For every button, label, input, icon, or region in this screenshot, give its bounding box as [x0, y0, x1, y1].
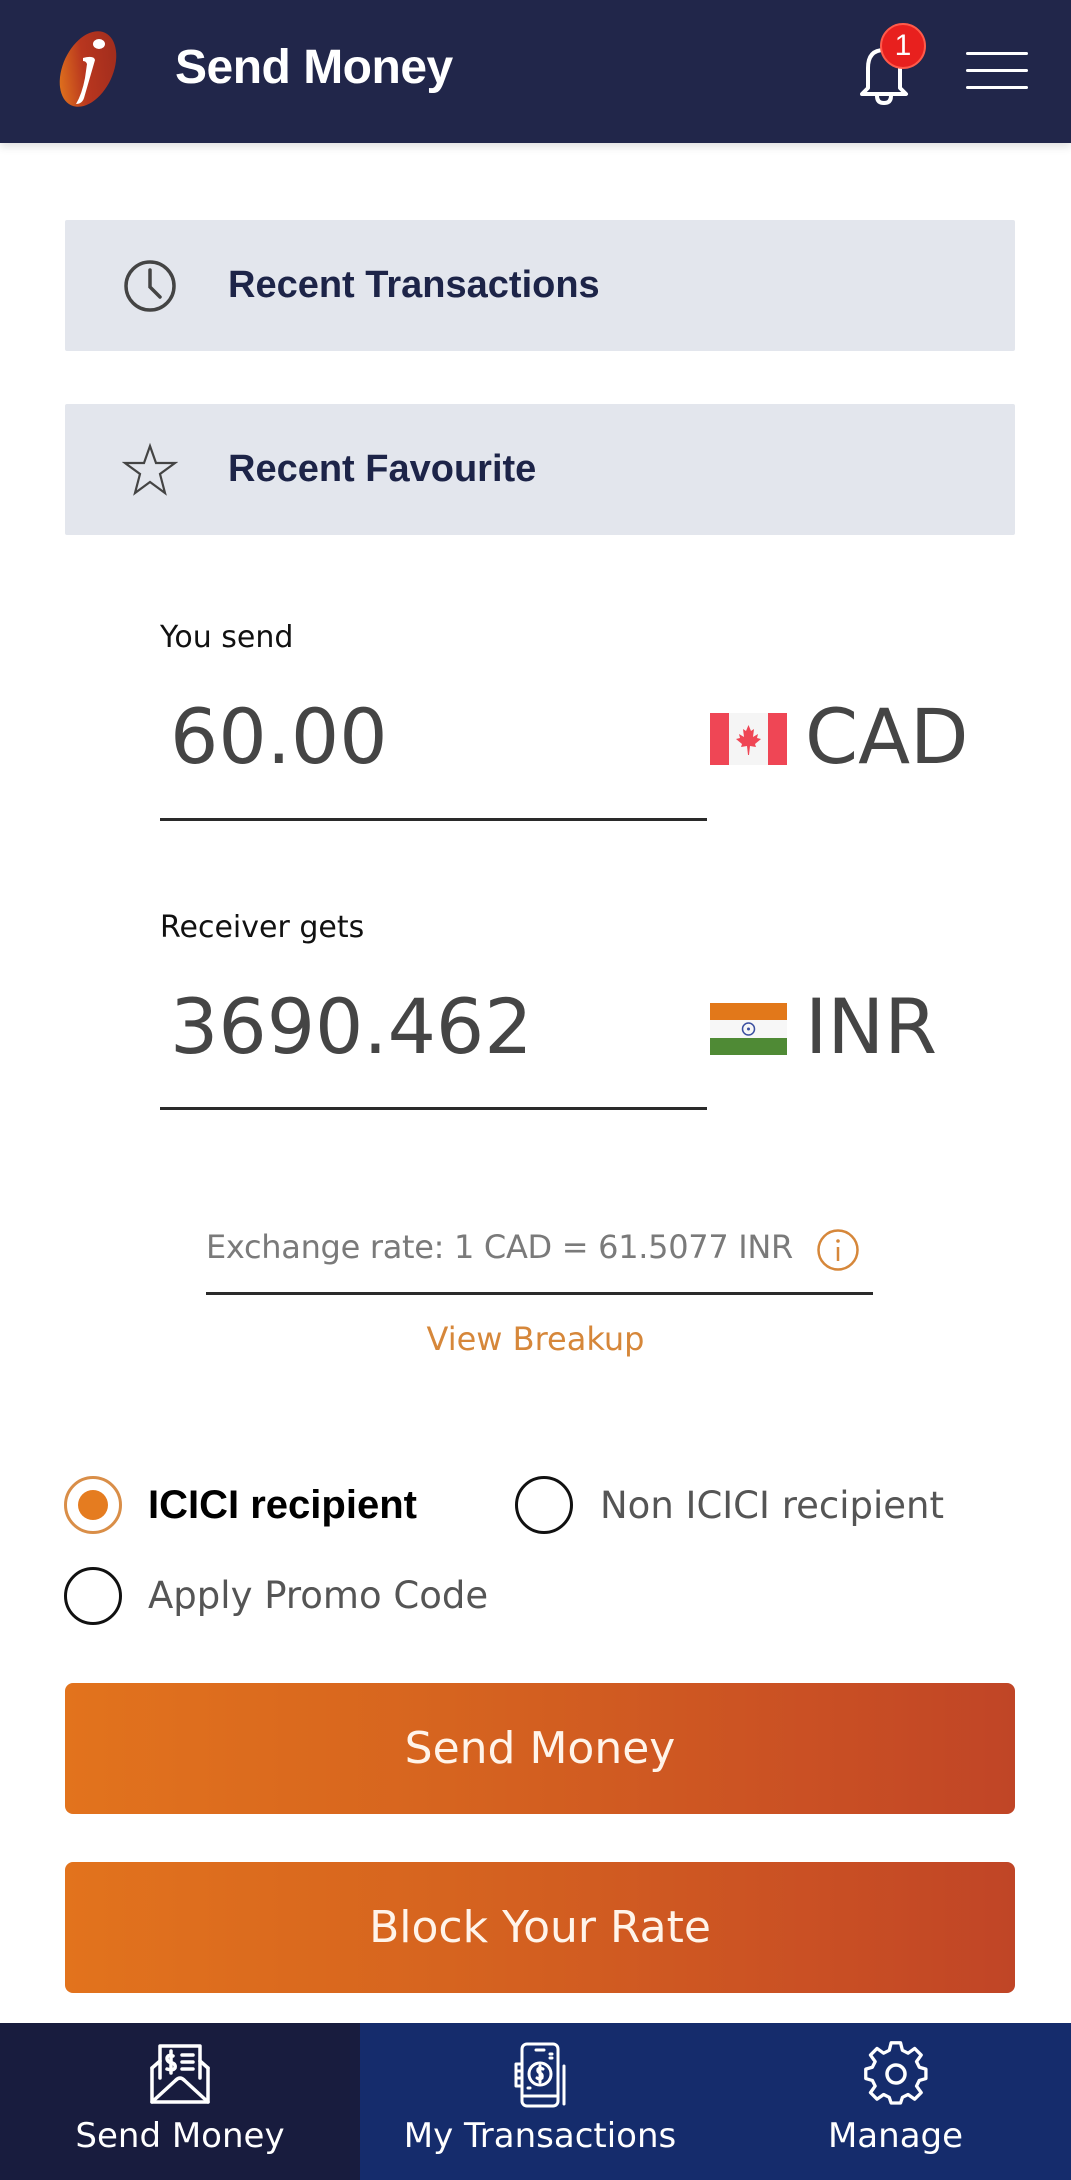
- gear-icon: [864, 2041, 928, 2105]
- send-money-button[interactable]: Send Money: [65, 1683, 1015, 1814]
- send-amount-underline: [160, 818, 707, 821]
- clock-icon: [124, 260, 176, 312]
- receiver-gets-label: Receiver gets: [160, 910, 365, 945]
- notification-badge: 1: [880, 23, 926, 69]
- star-icon: [122, 442, 178, 496]
- nav-tab-my-transactions[interactable]: My Transactions: [360, 2023, 720, 2180]
- receive-currency[interactable]: INR: [805, 982, 937, 1071]
- icici-recipient-label[interactable]: ICICI recipient: [148, 1483, 417, 1528]
- nav-tab-send-money[interactable]: Send Money: [0, 2023, 360, 2180]
- recent-favourite-label: Recent Favourite: [228, 448, 537, 490]
- page-title: Send Money: [175, 41, 453, 94]
- nav-label-manage: Manage: [827, 2116, 964, 2156]
- exchange-rate-underline: [206, 1292, 873, 1295]
- nav-tab-manage[interactable]: Manage: [720, 2023, 1071, 2180]
- you-send-label: You send: [160, 620, 294, 655]
- receive-amount-input[interactable]: 3690.462: [170, 982, 700, 1071]
- recent-transactions-label: Recent Transactions: [228, 264, 600, 306]
- apply-promo-code-radio[interactable]: [64, 1567, 122, 1625]
- nav-label-my-transactions: My Transactions: [403, 2116, 677, 2156]
- send-amount-input[interactable]: 60.00: [170, 692, 700, 781]
- send-currency[interactable]: CAD: [805, 692, 969, 781]
- exchange-rate-text: Exchange rate: 1 CAD = 61.5077 INR: [206, 1228, 793, 1266]
- india-flag: [710, 1003, 787, 1055]
- non-icici-recipient-radio[interactable]: [515, 1476, 573, 1534]
- money-envelope-icon: [150, 2044, 210, 2104]
- recent-favourite-panel[interactable]: Recent Favourite: [65, 404, 1015, 535]
- info-icon[interactable]: [816, 1228, 860, 1272]
- hamburger-menu-icon[interactable]: [966, 50, 1028, 92]
- bottom-navigation: Send Money My Transactions Manage: [0, 2023, 1071, 2180]
- view-breakup-link[interactable]: View Breakup: [0, 1320, 1071, 1358]
- canada-flag: [710, 713, 787, 765]
- block-your-rate-button[interactable]: Block Your Rate: [65, 1862, 1015, 1993]
- non-icici-recipient-label[interactable]: Non ICICI recipient: [600, 1484, 944, 1527]
- nav-label-send-money: Send Money: [75, 2116, 285, 2156]
- recent-transactions-panel[interactable]: Recent Transactions: [65, 220, 1015, 351]
- icici-logo: [59, 31, 117, 107]
- app-header: Send Money 1: [0, 0, 1071, 143]
- receive-amount-underline: [160, 1107, 707, 1110]
- apply-promo-code-label[interactable]: Apply Promo Code: [148, 1574, 488, 1617]
- icici-recipient-radio[interactable]: [64, 1476, 122, 1534]
- mobile-payment-icon: [514, 2042, 566, 2108]
